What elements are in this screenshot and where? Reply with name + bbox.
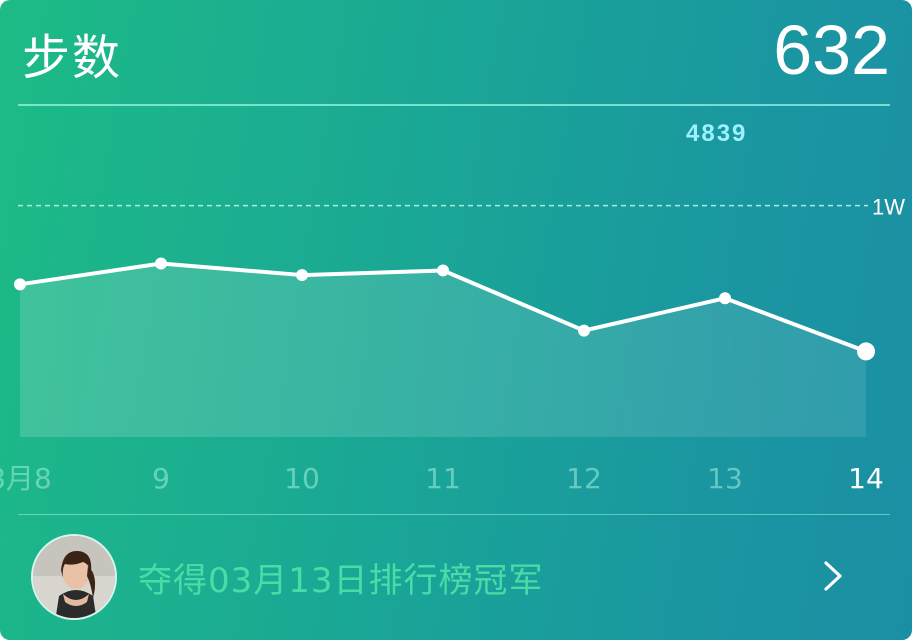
runner-avatar (31, 534, 117, 620)
ranking-text: 夺得03月13日排行榜冠军 (138, 561, 544, 601)
x-tick-label: 12 (566, 462, 602, 495)
series-area (20, 263, 866, 437)
x-tick-label: 11 (425, 462, 461, 495)
chevron-right-icon[interactable] (818, 559, 848, 593)
data-point (578, 324, 590, 337)
data-point (14, 278, 26, 291)
ranking-banner[interactable]: 夺得03月13日排行榜冠军 (0, 515, 912, 640)
data-point (296, 269, 308, 282)
data-point (719, 292, 731, 305)
avatar-image (33, 536, 115, 618)
data-point (857, 342, 875, 361)
x-tick-label: 14 (848, 462, 884, 495)
steps-widget: 步数 632 4839 1W3月891011121314 夺得03月13日排行榜… (0, 0, 912, 640)
x-tick-label: 13 (707, 462, 743, 495)
data-point (155, 257, 167, 270)
x-tick-label: 9 (152, 462, 170, 495)
steps-chart: 1W 3月8 9 10 11 12 13 14 (0, 195, 905, 495)
data-point (437, 264, 449, 277)
x-tick-label: 10 (284, 462, 320, 495)
reference-label: 1W (872, 195, 905, 220)
x-tick-label: 3月8 (0, 462, 52, 495)
